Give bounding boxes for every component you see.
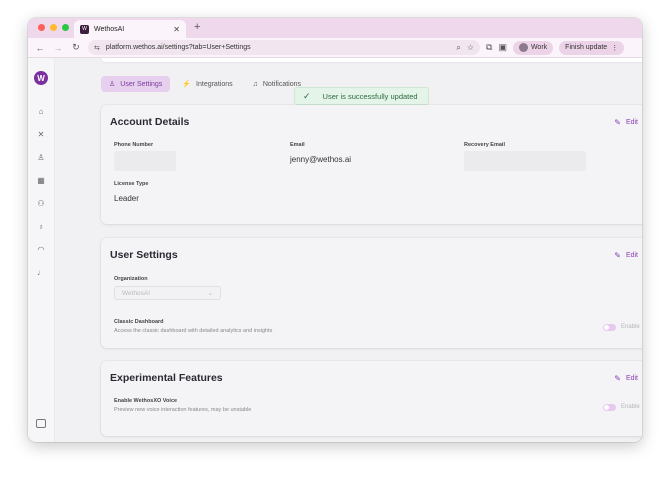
previous-card-edge	[101, 58, 642, 62]
gauge-icon[interactable]: ◠	[36, 244, 46, 254]
license-value: Leader	[114, 194, 139, 203]
wethos-logo-icon[interactable]: W	[34, 71, 48, 85]
more-options-icon[interactable]: ⋮	[611, 44, 618, 52]
classic-dashboard-toggle[interactable]	[603, 324, 616, 331]
settings-main: ♙ User Settings ⚡ Integrations ♫ Notific…	[55, 58, 642, 442]
toast-message: User is successfully updated	[322, 91, 418, 101]
tab-user-settings[interactable]: ♙ User Settings	[101, 76, 171, 92]
tab-integrations[interactable]: ⚡ Integrations	[174, 76, 240, 92]
person-icon[interactable]: ♙	[36, 152, 46, 162]
classic-dashboard-title: Classic Dashboard	[114, 319, 164, 325]
card-title: Account Details	[110, 116, 190, 128]
zoom-icon[interactable]: ⌕	[456, 43, 460, 53]
close-window-button[interactable]	[38, 24, 45, 31]
reload-icon[interactable]: ↻	[70, 42, 82, 53]
voice-toggle-label: Enable	[621, 404, 640, 410]
edit-account-button[interactable]: ✎ Edit	[614, 118, 638, 127]
back-icon[interactable]: ←	[34, 43, 46, 53]
microphone-icon[interactable]: ♩	[36, 267, 46, 277]
account-details-card: Account Details ✎ Edit Phone Number Emai…	[101, 105, 642, 224]
organization-value: WethosAI	[122, 289, 151, 297]
tab-title: WethosAI	[94, 25, 125, 33]
success-toast: ✓ User is successfully updated	[294, 87, 429, 105]
edit-label: Edit	[625, 119, 638, 126]
user-settings-card: User Settings ✎ Edit Organization Wethos…	[101, 238, 642, 348]
classic-toggle-label: Enable	[621, 324, 640, 330]
edit-user-settings-button[interactable]: ✎ Edit	[614, 251, 638, 260]
wethos-favicon-icon: W	[80, 24, 89, 34]
pencil-icon: ✎	[614, 374, 621, 383]
site-settings-icon[interactable]: ⇆	[94, 44, 100, 52]
address-bar[interactable]: ⇆ platform.wethos.ai/settings?tab=User+S…	[88, 40, 480, 55]
classic-dashboard-desc: Access the classic dashboard with detail…	[114, 328, 273, 334]
settings-tabs: ♙ User Settings ⚡ Integrations ♫ Notific…	[101, 76, 309, 92]
profile-button[interactable]: Work	[512, 40, 554, 55]
minimize-window-button[interactable]	[50, 24, 57, 31]
organization-select[interactable]: WethosAI ⌄	[114, 286, 221, 300]
voice-feature-toggle[interactable]	[603, 404, 616, 411]
lightbulb-icon[interactable]: ♁	[36, 221, 46, 231]
finish-update-label: Finish update	[565, 44, 608, 51]
bell-icon: ♫	[252, 80, 258, 88]
tab-label: User Settings	[120, 80, 163, 88]
edit-experimental-button[interactable]: ✎ Edit	[614, 374, 638, 383]
license-label: License Type	[114, 181, 149, 187]
window-controls	[38, 24, 69, 31]
pencil-icon: ✎	[614, 251, 621, 260]
voice-feature-desc: Preview new voice interaction features, …	[114, 407, 252, 413]
page-content: W ⌂ ✕ ♙ ▦ ⚇ ♁ ◠ ♩ ♙ User Settings ⚡ Inte…	[28, 58, 642, 442]
finish-update-button[interactable]: Finish update ⋮	[559, 40, 625, 55]
collapse-sidebar-icon[interactable]	[36, 419, 46, 428]
tab-bar: W WethosAI ✕ +	[28, 18, 642, 38]
address-toolbar: ← → ↻ ⇆ platform.wethos.ai/settings?tab=…	[28, 38, 642, 58]
edit-label: Edit	[625, 252, 638, 259]
extensions-icon[interactable]: ⧉	[486, 42, 492, 53]
browser-window: W WethosAI ✕ + ← → ↻ ⇆ platform.wethos.a…	[28, 18, 642, 442]
profile-avatar	[518, 43, 528, 52]
profile-label: Work	[530, 44, 548, 51]
email-value: jenny@wethos.ai	[290, 155, 352, 164]
new-tab-icon[interactable]: +	[194, 21, 200, 33]
home-icon[interactable]: ⌂	[36, 106, 46, 116]
plug-icon: ⚡	[182, 81, 192, 88]
team-icon[interactable]: ⚇	[36, 198, 46, 208]
maximize-window-button[interactable]	[62, 24, 69, 31]
close-tab-icon[interactable]: ✕	[173, 25, 180, 34]
tools-icon[interactable]: ✕	[36, 129, 46, 139]
pencil-icon: ✎	[614, 118, 621, 127]
side-panel-icon[interactable]: ▣	[498, 42, 507, 53]
card-title: Experimental Features	[110, 372, 223, 384]
card-title: User Settings	[110, 249, 178, 261]
tab-label: Integrations	[196, 80, 233, 88]
chevron-down-icon: ⌄	[207, 290, 213, 297]
voice-feature-title: Enable WethosXO Voice	[114, 398, 178, 404]
browser-tab[interactable]: W WethosAI ✕	[74, 20, 186, 38]
user-icon: ♙	[109, 81, 116, 88]
recovery-email-label: Recovery Email	[464, 142, 505, 148]
bookmark-star-icon[interactable]: ☆	[467, 43, 474, 52]
edit-label: Edit	[625, 375, 638, 382]
check-icon: ✓	[303, 90, 311, 101]
experimental-features-card: Experimental Features ✎ Edit Enable Weth…	[101, 361, 642, 436]
organization-label: Organization	[114, 276, 148, 282]
phone-value-box	[114, 151, 176, 171]
forward-icon[interactable]: →	[52, 43, 64, 53]
email-label: Email	[290, 142, 305, 148]
url-text[interactable]: platform.wethos.ai/settings?tab=User+Set…	[106, 44, 450, 51]
phone-label: Phone Number	[114, 142, 154, 148]
app-sidebar: W ⌂ ✕ ♙ ▦ ⚇ ♁ ◠ ♩	[28, 58, 55, 442]
calendar-icon[interactable]: ▦	[36, 175, 46, 185]
recovery-email-box	[464, 151, 586, 171]
